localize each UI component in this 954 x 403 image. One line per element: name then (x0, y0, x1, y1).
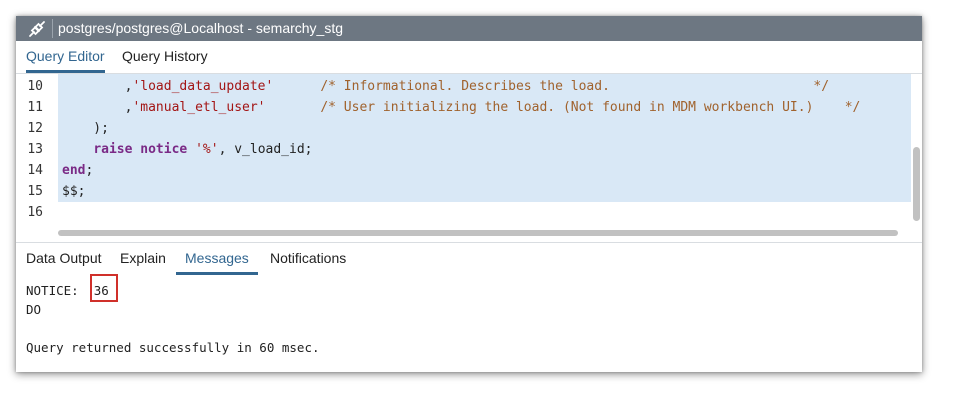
title-bar: postgres/postgres@Localhost - semarchy_s… (16, 16, 922, 41)
code-punct: , (62, 100, 133, 115)
editor-tabs: Query Editor Query History (16, 41, 922, 74)
code-pad (273, 79, 320, 94)
tab-messages[interactable]: Messages (176, 243, 258, 275)
line-number: 15 (27, 184, 43, 199)
line-number: 12 (27, 121, 43, 136)
plug-connection-icon (27, 19, 47, 39)
do-line: DO (26, 302, 42, 317)
code-line: ,'load_data_update' /* Informational. De… (62, 79, 829, 94)
window-title: postgres/postgres@Localhost - semarchy_s… (58, 20, 344, 36)
code-text: , v_load_id; (218, 142, 313, 157)
code-line: ,'manual_etl_user' /* User initializing … (62, 100, 861, 115)
code-text: ; (85, 163, 94, 178)
line-number-gutter: 10 11 12 13 14 15 16 (16, 74, 58, 242)
horizontal-scroll-thumb[interactable] (58, 230, 898, 236)
code-keyword: end (62, 163, 86, 178)
line-number: 16 (27, 205, 43, 220)
code-line: raise notice '%', v_load_id; (62, 142, 312, 157)
code-pad (266, 100, 321, 115)
result-line: Query returned successfully in 60 msec. (26, 340, 320, 355)
line-number: 10 (27, 79, 43, 94)
vertical-scroll-thumb[interactable] (913, 147, 920, 221)
messages-panel: NOTICE: 36 DO Query returned successfull… (16, 274, 922, 372)
query-tool-window: postgres/postgres@Localhost - semarchy_s… (16, 16, 922, 372)
code-punct: , (62, 79, 133, 94)
tab-query-history[interactable]: Query History (122, 41, 208, 71)
code-comment: /* User initializing the load. (Not foun… (320, 100, 861, 115)
horizontal-scrollbar[interactable] (58, 228, 911, 238)
result-tabs: Data Output Explain Messages Notificatio… (16, 242, 922, 276)
code-string: 'load_data_update' (132, 79, 274, 94)
line-number: 14 (27, 163, 43, 178)
tab-notifications[interactable]: Notifications (270, 243, 346, 273)
code-string: 'manual_etl_user' (132, 100, 266, 115)
tab-query-editor[interactable]: Query Editor (26, 41, 105, 73)
code-keyword: raise (93, 142, 133, 157)
sql-editor[interactable]: 10 11 12 13 14 15 16 ,'load_data_update'… (16, 74, 922, 242)
tab-explain[interactable]: Explain (120, 243, 166, 273)
code-line: $$; (62, 184, 86, 199)
title-divider (52, 19, 53, 38)
code-keyword: notice (140, 142, 188, 157)
code-comment: /* Informational. Describes the load. */ (320, 79, 830, 94)
code-line: ); (62, 121, 109, 136)
line-number: 11 (27, 100, 43, 115)
code-string: '%' (195, 142, 219, 157)
tab-data-output[interactable]: Data Output (26, 243, 102, 273)
vertical-scrollbar[interactable] (911, 74, 922, 242)
highlight-annotation-box (90, 274, 118, 302)
notice-label: NOTICE: (26, 283, 79, 298)
line-number: 13 (27, 142, 43, 157)
code-line: end; (62, 163, 93, 178)
